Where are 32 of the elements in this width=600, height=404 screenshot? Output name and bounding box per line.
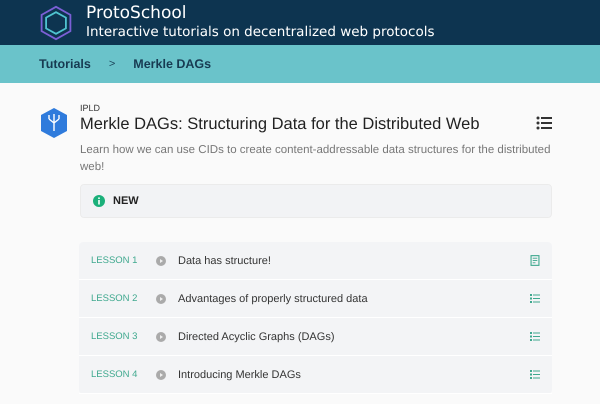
lesson-row[interactable]: LESSON 4 Introducing Merkle DAGs [79,356,552,394]
list-icon [530,331,540,342]
lesson-title: Data has structure! [178,254,272,266]
lesson-row[interactable]: LESSON 3 Directed Acyclic Graphs (DAGs) [79,318,552,356]
breadcrumb-separator: > [108,58,116,70]
list-icon [530,369,540,380]
lesson-number: LESSON 2 [91,293,138,304]
play-circle-icon [156,256,166,266]
lesson-title: Directed Acyclic Graphs (DAGs) [178,330,336,342]
tutorial-description: Learn how we can use CIDs to create content-addressable data structures for the distributed web! [80,143,552,175]
document-icon [530,255,540,266]
lesson-row[interactable]: LESSON 1 Data has structure! [79,242,552,280]
lesson-number: LESSON 1 [91,255,138,266]
lesson-number: LESSON 3 [91,331,138,342]
lesson-number: LESSON 4 [91,369,138,380]
new-label: NEW [113,195,139,207]
lesson-title: Introducing Merkle DAGs [178,368,302,380]
tutorial-category: IPLD [80,103,102,113]
play-circle-icon [156,294,166,304]
lesson-title: Advantages of properly structured data [178,292,369,304]
breadcrumb-link[interactable]: Merkle DAGs [133,57,212,71]
play-circle-icon [156,332,166,342]
tutorial-title: Merkle DAGs: Structuring Data for the Distributed Web [80,115,480,134]
list-icon[interactable] [536,116,552,130]
play-circle-icon [156,370,166,380]
info-icon [93,195,105,207]
breadcrumb-link[interactable]: Tutorials [39,57,91,71]
hexagon-logo-icon [38,4,74,40]
lesson-row[interactable]: LESSON 2 Advantages of properly structured data [79,280,552,318]
site-title: ProtoSchool [86,4,188,23]
site-tagline: Interactive tutorials on decentralized web protocols [86,23,435,41]
list-icon [530,293,540,304]
